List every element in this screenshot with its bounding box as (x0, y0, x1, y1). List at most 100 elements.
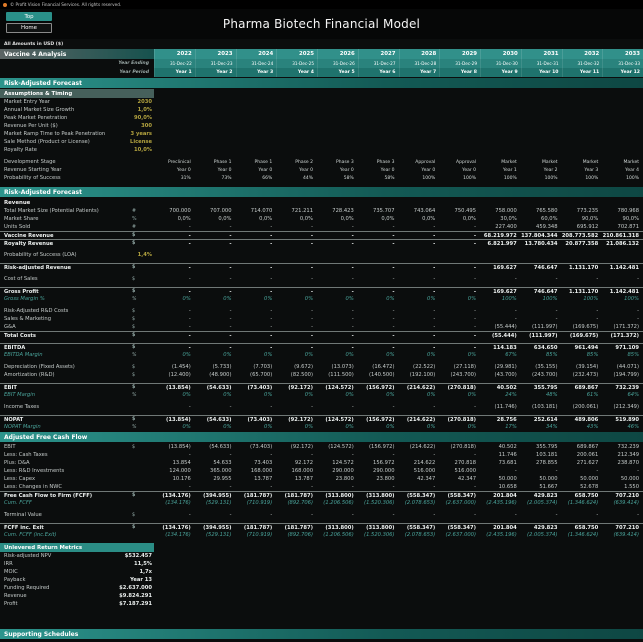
year-ending-cell[interactable]: 31-Dec-27 (357, 59, 399, 68)
data-cell[interactable]: - (236, 512, 277, 518)
data-cell[interactable]: - (317, 316, 358, 322)
data-cell[interactable]: - (358, 452, 399, 458)
data-cell[interactable]: - (562, 316, 603, 322)
data-cell[interactable]: 0% (439, 296, 480, 302)
data-cell[interactable]: - (439, 452, 480, 458)
year-period-cell[interactable]: Year 11 (561, 68, 603, 77)
data-cell[interactable]: (270.818) (439, 385, 480, 391)
data-cell[interactable]: (200.061) (562, 404, 603, 410)
data-cell[interactable]: 489.806 (562, 417, 603, 423)
data-cell[interactable]: (313.800) (358, 493, 399, 499)
data-cell[interactable]: 0,0% (317, 216, 358, 222)
data-cell[interactable]: 516.000 (439, 468, 480, 474)
data-cell[interactable]: 252.614 (521, 417, 562, 423)
data-cell[interactable]: 707.210 (602, 525, 643, 531)
data-cell[interactable]: - (439, 404, 480, 410)
data-cell[interactable]: (27.118) (439, 364, 480, 370)
data-cell[interactable]: 743.064 (399, 208, 440, 214)
data-cell[interactable]: 58% (317, 176, 358, 181)
data-cell[interactable]: 0% (317, 392, 358, 398)
data-cell[interactable]: 30,0% (480, 216, 521, 222)
data-cell[interactable]: (1.346.624) (562, 532, 603, 538)
data-cell[interactable]: 6.821.997 (480, 241, 521, 247)
data-cell[interactable]: 290.000 (317, 468, 358, 474)
data-cell[interactable]: - (195, 484, 236, 490)
data-cell[interactable]: (156.972) (358, 385, 399, 391)
data-cell[interactable]: 61% (562, 392, 603, 398)
assumption-value-cell[interactable]: 1,4% (112, 252, 154, 258)
data-cell[interactable]: - (276, 452, 317, 458)
data-cell[interactable]: 746.647 (521, 265, 562, 271)
metric-value-cell[interactable]: $2.637.000 (112, 585, 154, 591)
data-cell[interactable]: 60,0% (521, 216, 562, 222)
data-cell[interactable]: (92.172) (276, 385, 317, 391)
data-cell[interactable]: 707.210 (602, 493, 643, 499)
data-cell[interactable]: 0% (358, 424, 399, 430)
data-cell[interactable]: 721.211 (276, 208, 317, 214)
data-cell[interactable]: 0,0% (439, 216, 480, 222)
data-cell[interactable]: 0% (195, 392, 236, 398)
data-cell[interactable]: - (602, 276, 643, 282)
data-cell[interactable]: - (195, 345, 236, 351)
data-cell[interactable]: - (602, 316, 643, 322)
data-cell[interactable]: - (358, 276, 399, 282)
year-period-cell[interactable]: Year 3 (235, 68, 277, 77)
data-cell[interactable]: 0% (236, 296, 277, 302)
data-cell[interactable]: 0% (317, 352, 358, 358)
data-cell[interactable]: - (480, 512, 521, 518)
data-cell[interactable]: (1.346.624) (562, 500, 603, 506)
data-cell[interactable]: - (399, 241, 440, 247)
data-cell[interactable]: - (276, 316, 317, 322)
data-cell[interactable]: 208.773.582 (562, 233, 603, 239)
data-cell[interactable]: (313.800) (358, 525, 399, 531)
data-cell[interactable]: (270.818) (439, 417, 480, 423)
data-cell[interactable]: 0% (195, 424, 236, 430)
data-cell[interactable]: - (521, 316, 562, 322)
data-cell[interactable]: 689.867 (562, 385, 603, 391)
metric-value-cell[interactable]: 11,5% (112, 561, 154, 567)
data-cell[interactable]: (140.500) (358, 372, 399, 378)
data-cell[interactable]: (558.347) (439, 493, 480, 499)
data-cell[interactable]: 201.804 (480, 525, 521, 531)
data-cell[interactable]: 34% (521, 424, 562, 430)
data-cell[interactable]: 24% (480, 392, 521, 398)
data-cell[interactable]: 100% (521, 296, 562, 302)
data-cell[interactable]: 0% (358, 296, 399, 302)
data-cell[interactable]: (2.637.000) (439, 500, 480, 506)
data-cell[interactable]: Preclinical (154, 160, 195, 165)
year-header-cell[interactable]: 2028 (398, 49, 440, 59)
data-cell[interactable]: Phase 3 (358, 160, 399, 165)
data-cell[interactable]: (232.473) (562, 372, 603, 378)
data-cell[interactable]: - (399, 265, 440, 271)
data-cell[interactable]: Market (480, 160, 521, 165)
data-cell[interactable]: - (399, 324, 440, 330)
data-cell[interactable]: - (236, 276, 277, 282)
data-cell[interactable]: 50.000 (480, 476, 521, 482)
data-cell[interactable]: 43% (562, 424, 603, 430)
data-cell[interactable]: 1.142.481 (602, 289, 643, 295)
year-ending-cell[interactable]: 31-Dec-26 (317, 59, 358, 68)
data-cell[interactable]: 270.818 (439, 460, 480, 466)
data-cell[interactable]: 271.627 (562, 460, 603, 466)
data-cell[interactable]: - (154, 308, 195, 314)
data-cell[interactable]: 85% (602, 352, 643, 358)
data-cell[interactable]: - (439, 324, 480, 330)
data-cell[interactable]: - (358, 316, 399, 322)
data-cell[interactable]: Year 0 (276, 168, 317, 173)
data-cell[interactable]: - (236, 241, 277, 247)
data-cell[interactable]: 732.239 (602, 385, 643, 391)
data-cell[interactable]: 0% (195, 296, 236, 302)
data-cell[interactable]: - (276, 333, 317, 339)
data-cell[interactable]: - (195, 324, 236, 330)
data-cell[interactable]: - (439, 308, 480, 314)
data-cell[interactable]: - (195, 452, 236, 458)
data-cell[interactable]: (394.955) (195, 493, 236, 499)
data-cell[interactable]: 227.400 (480, 224, 521, 230)
data-cell[interactable]: 100% (562, 176, 603, 181)
data-cell[interactable]: Phase 2 (276, 160, 317, 165)
data-cell[interactable]: (212.349) (602, 404, 643, 410)
data-cell[interactable]: (134.176) (154, 500, 195, 506)
data-cell[interactable]: 0% (154, 424, 195, 430)
data-cell[interactable]: (44.071) (602, 364, 643, 370)
year-header-cell[interactable]: 2033 (602, 49, 643, 59)
